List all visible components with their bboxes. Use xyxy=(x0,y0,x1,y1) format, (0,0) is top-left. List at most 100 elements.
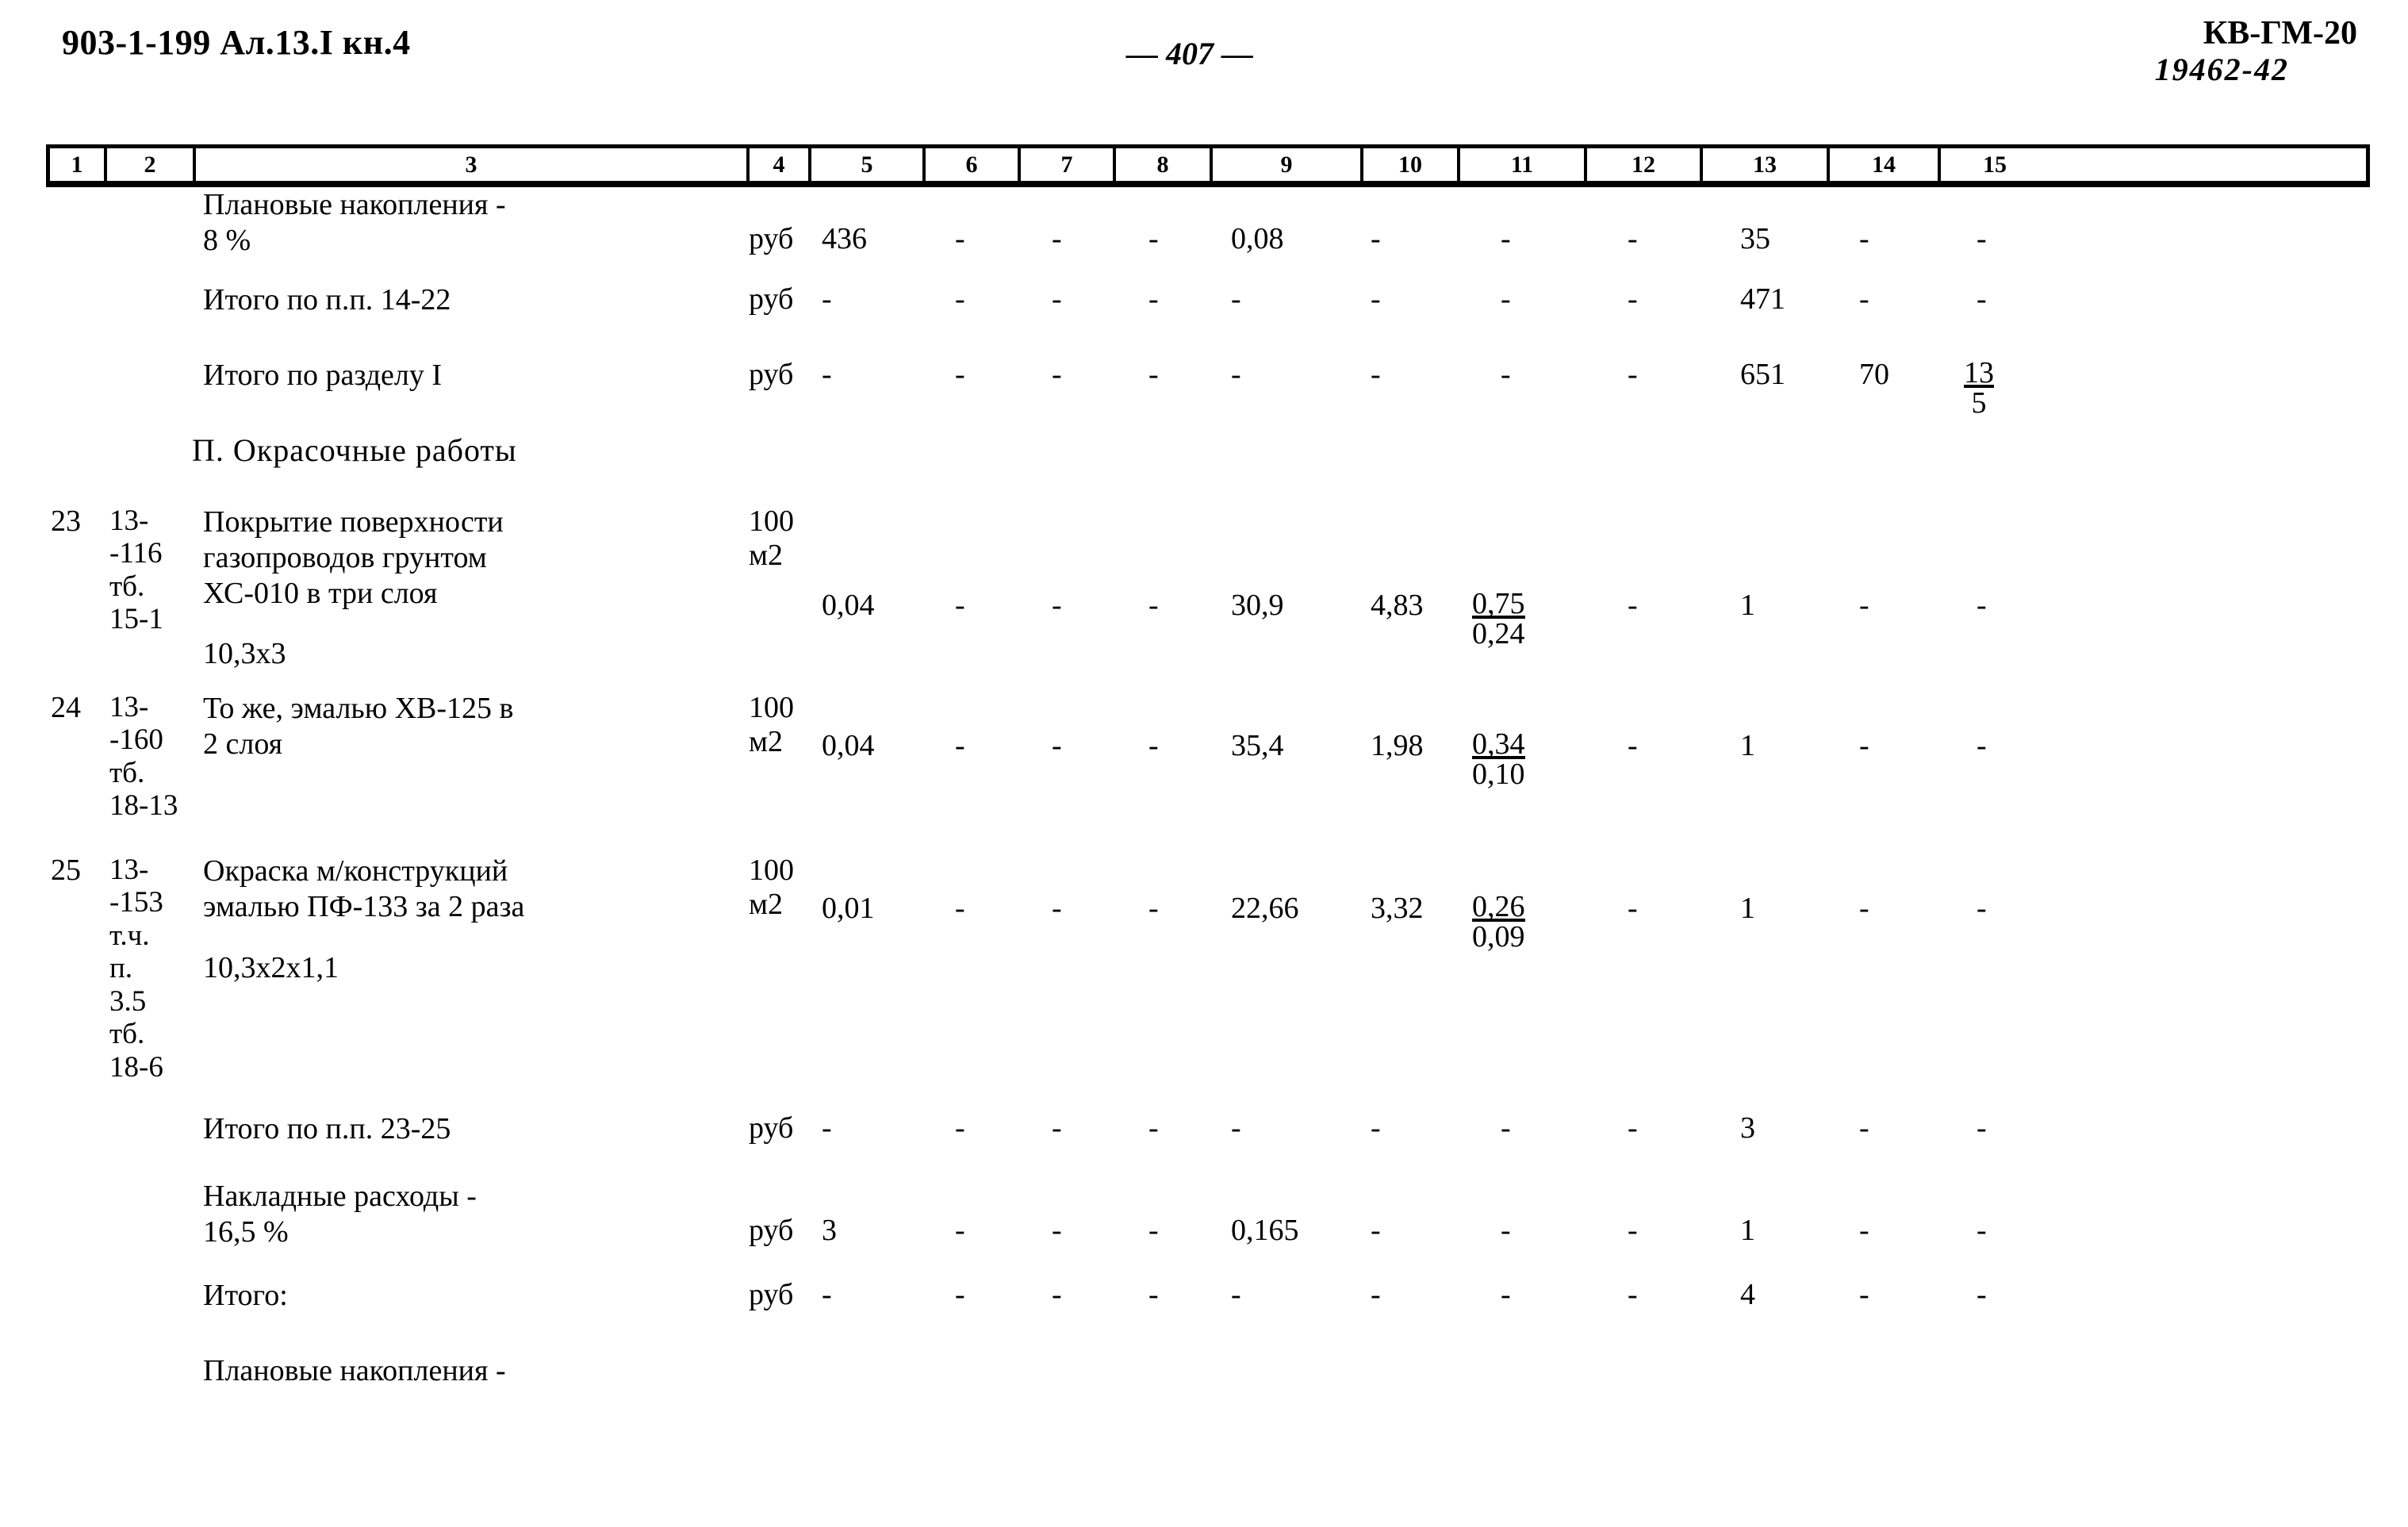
col9-value: 35,4 xyxy=(1231,729,1284,762)
document-code: 903-1-199 Ал.13.I кн.4 xyxy=(62,23,411,62)
col9-value: 0,165 xyxy=(1231,1214,1299,1247)
col13-value: 3 xyxy=(1740,1111,1755,1145)
row-item-number: 25 xyxy=(51,854,81,887)
col13-value: 651 xyxy=(1740,358,1785,391)
row-unit: 100 м2 xyxy=(749,691,794,758)
col5-value: 436 xyxy=(822,222,867,255)
col15-value: - xyxy=(1977,892,1987,925)
col5-value: - xyxy=(822,1278,832,1311)
col9-value: - xyxy=(1231,282,1241,316)
row-description: То же, эмалью ХВ-125 в 2 слоя xyxy=(203,692,514,761)
col11-value: - xyxy=(1501,1278,1511,1311)
col14-value: - xyxy=(1859,729,1869,762)
col8-value: - xyxy=(1148,1214,1159,1247)
column-header-3: 3 xyxy=(196,148,750,181)
row-unit: руб xyxy=(749,1214,794,1247)
col15-value: - xyxy=(1977,1214,1987,1247)
col9-value: - xyxy=(1231,358,1241,391)
col14-value: - xyxy=(1859,1278,1869,1311)
col13-value: 1 xyxy=(1740,589,1755,622)
col12-value: - xyxy=(1628,589,1638,622)
col11-fraction-value: 0,34 0,10 xyxy=(1472,727,1525,791)
col5-value: 3 xyxy=(822,1214,837,1247)
col11-fraction-value: 0,75 0,24 xyxy=(1472,587,1525,650)
col15-value: - xyxy=(1977,1278,1987,1311)
column-header-8: 8 xyxy=(1116,148,1213,181)
row-description: Итого по п.п. 23-25 xyxy=(203,1112,451,1145)
col13-value: 35 xyxy=(1740,222,1770,255)
col7-value: - xyxy=(1052,222,1062,255)
col14-value: - xyxy=(1859,1214,1869,1247)
page-header: 903-1-199 Ал.13.I кн.4 — 407 — КВ-ГМ-20 … xyxy=(0,14,2408,117)
col12-value: - xyxy=(1628,282,1638,316)
col10-value: 3,32 xyxy=(1371,892,1424,925)
col8-value: - xyxy=(1148,222,1159,255)
row-description: Плановые накопления - xyxy=(203,1354,506,1387)
col12-value: - xyxy=(1628,892,1638,925)
col7-value: - xyxy=(1052,1214,1062,1247)
col6-value: - xyxy=(955,729,965,762)
col13-value: 1 xyxy=(1740,1214,1755,1247)
col11-value: - xyxy=(1501,222,1511,255)
column-header-5: 5 xyxy=(811,148,926,181)
col8-value: - xyxy=(1148,1278,1159,1311)
col5-value: - xyxy=(822,1111,832,1145)
col7-value: - xyxy=(1052,1278,1062,1311)
col10-value: - xyxy=(1371,222,1381,255)
col15-value: - xyxy=(1977,589,1987,622)
col14-value: - xyxy=(1859,282,1869,316)
col14-value: - xyxy=(1859,892,1869,925)
col6-value: - xyxy=(955,282,965,316)
sheet-code: КВ-ГМ-20 xyxy=(2203,15,2357,52)
col5-value: - xyxy=(822,358,832,391)
row-unit: руб xyxy=(749,1111,794,1145)
row-unit: руб xyxy=(749,1278,794,1311)
col6-value: - xyxy=(955,1278,965,1311)
col10-value: - xyxy=(1371,1278,1381,1311)
row-calc-expression: 10,3х2х1,1 xyxy=(203,951,339,984)
archive-number: 19462-42 xyxy=(2154,52,2289,87)
col15-fraction-value: 13 5 xyxy=(1964,356,1994,420)
col12-value: - xyxy=(1628,1278,1638,1311)
document-page: 903-1-199 Ал.13.I кн.4 — 407 — КВ-ГМ-20 … xyxy=(0,0,2408,1527)
col13-value: 4 xyxy=(1740,1278,1755,1311)
row-description: Итого по п.п. 14-22 xyxy=(203,283,451,317)
col9-value: - xyxy=(1231,1111,1241,1145)
column-header-10: 10 xyxy=(1363,148,1460,181)
col6-value: - xyxy=(955,589,965,622)
col6-value: - xyxy=(955,892,965,925)
col11-value: - xyxy=(1501,1111,1511,1145)
col15-value: - xyxy=(1977,729,1987,762)
col14-value: - xyxy=(1859,589,1869,622)
col5-value: 0,01 xyxy=(822,892,875,925)
col8-value: - xyxy=(1148,589,1159,622)
col15-value: - xyxy=(1977,222,1987,255)
row-norm-code: 13- -153 т.ч. п. 3.5 тб. 18-6 xyxy=(109,854,163,1084)
col14-value: - xyxy=(1859,1111,1869,1145)
row-unit: руб xyxy=(749,282,794,316)
row-description: Итого по разделу I xyxy=(203,359,443,392)
col13-value: 1 xyxy=(1740,892,1755,925)
col10-value: - xyxy=(1371,282,1381,316)
col11-value: - xyxy=(1501,358,1511,391)
col12-value: - xyxy=(1628,358,1638,391)
col7-value: - xyxy=(1052,358,1062,391)
col11-fraction-value: 0,26 0,09 xyxy=(1472,890,1525,953)
col7-value: - xyxy=(1052,892,1062,925)
col14-value: 70 xyxy=(1859,358,1889,391)
column-header-9: 9 xyxy=(1213,148,1363,181)
col6-value: - xyxy=(955,222,965,255)
col11-value: - xyxy=(1501,282,1511,316)
col13-value: 471 xyxy=(1740,282,1785,316)
row-description: Плановые накопления - 8 % xyxy=(203,188,506,257)
col8-value: - xyxy=(1148,282,1159,316)
page-number: — 407 — xyxy=(1126,36,1253,71)
row-unit: руб xyxy=(749,222,794,255)
row-description: Накладные расходы - 16,5 % xyxy=(203,1180,477,1249)
col14-value: - xyxy=(1859,222,1869,255)
row-unit: 100 м2 xyxy=(749,854,794,921)
col10-value: - xyxy=(1371,1111,1381,1145)
column-header-7: 7 xyxy=(1021,148,1116,181)
col6-value: - xyxy=(955,1214,965,1247)
column-header-13: 13 xyxy=(1703,148,1830,181)
